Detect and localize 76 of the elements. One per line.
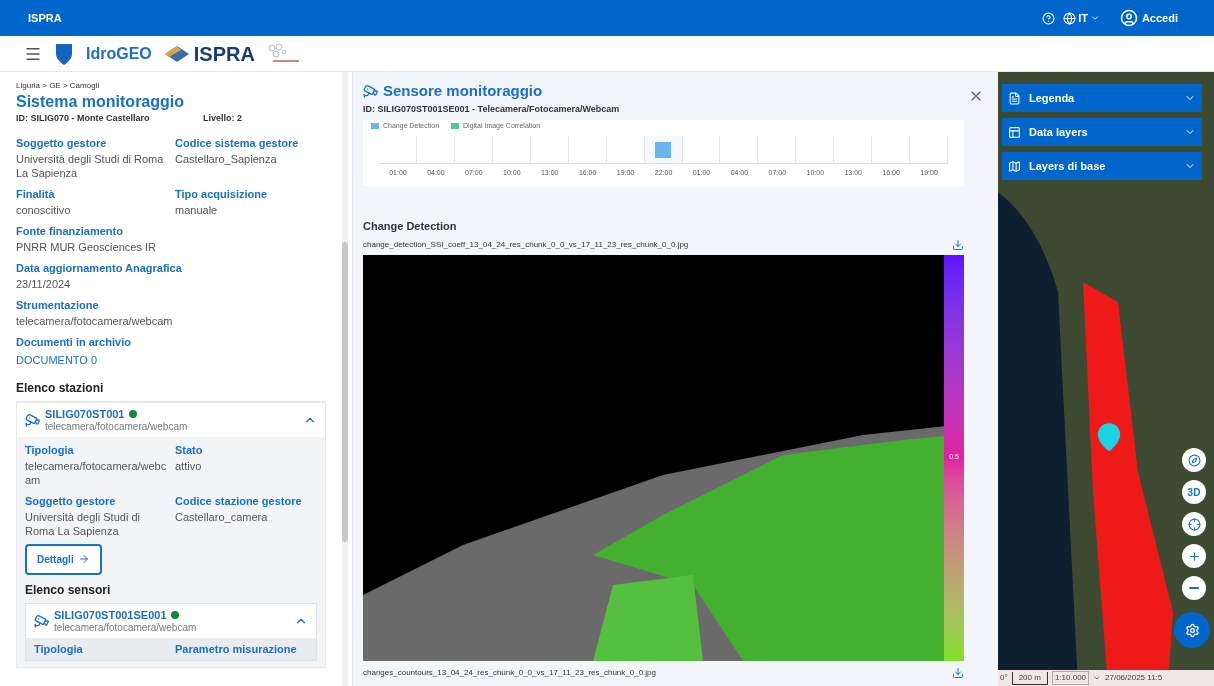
user-icon — [1119, 9, 1138, 27]
compass-icon — [1187, 453, 1201, 467]
brand-text: ISPRA — [28, 10, 62, 26]
field-label: Codice stazione gestore — [175, 493, 303, 508]
system-id: ID: SILIG070 - Monte Castellaro — [16, 112, 151, 125]
chevron-down-icon — [1089, 13, 1100, 23]
globe-icon — [1063, 11, 1077, 25]
download-icon[interactable] — [952, 666, 964, 679]
field-label: Strumentazione — [16, 297, 100, 312]
file-name: change_detection_SSI_coeff_13_04_24_res_chunk_0_0_vs_17_11_23_res_chunk_0_0.jpg — [363, 238, 689, 251]
field-value: Università degli Studi di Roma La Sapienza — [25, 509, 141, 538]
item-subtitle: telecamera/fotocamera/webcam — [45, 420, 189, 433]
section-heading: Elenco sensori — [25, 581, 112, 599]
details-button[interactable]: Dettagli — [25, 543, 102, 575]
field-value: Castellaro_camera — [175, 509, 269, 524]
login-link[interactable]: Accedi — [1141, 9, 1178, 27]
language-selector[interactable]: IT — [1063, 9, 1100, 27]
field-value: Castellaro_Sapienza — [175, 151, 278, 166]
app-name: IdroGEO — [86, 43, 152, 64]
breadcrumb: Liguria > GE > Camogli — [16, 80, 101, 92]
camera-icon — [363, 83, 379, 100]
logo-text: ISPRA — [193, 41, 255, 67]
scale-bar: 200 m — [1011, 671, 1048, 685]
field-value: telecamera/fotocamera/webc am — [25, 458, 167, 487]
field-value: conoscitivo — [16, 202, 72, 217]
heading-text: 0° — [1000, 672, 1008, 684]
section-heading: Change Detection — [363, 219, 458, 234]
settings-icon — [1184, 622, 1200, 638]
crosshair-icon — [1187, 517, 1201, 531]
layer-panel-toggle[interactable]: Data layers — [1002, 118, 1202, 146]
diamond-logo-icon — [163, 44, 190, 63]
layers-icon — [1008, 125, 1021, 139]
shield-logo-icon — [54, 41, 74, 66]
field-label: Soggetto gestore — [16, 135, 108, 150]
caret-icon[interactable] — [1093, 674, 1102, 682]
map-datetime: 27/06/2025 11:5 — [1105, 672, 1163, 684]
camera-icon — [25, 411, 41, 428]
minus-icon — [1189, 587, 1199, 589]
page-title: Sistema monitoraggio — [16, 92, 186, 112]
field-value: Università degli Studi di Roma La Sapienza — [16, 151, 165, 180]
layer-panel-toggle[interactable]: Legenda — [1002, 84, 1202, 112]
field-label: Tipo acquisizione — [175, 186, 269, 201]
field-value: attivo — [175, 458, 203, 473]
field-value: 23/11/2024 — [16, 276, 72, 291]
field-value: manuale — [175, 202, 219, 217]
scale-ratio: 1:10.000 — [1051, 671, 1090, 685]
field-value: telecamera/fotocamera/webcam — [16, 313, 174, 328]
field-label: Stato — [175, 442, 204, 457]
item-code[interactable]: SILIG070ST001 — [45, 406, 125, 421]
field-label: Finalità — [16, 186, 56, 201]
document-link[interactable]: DOCUMENTO 0 — [16, 352, 98, 367]
panel-title: Sensore monitoraggio — [383, 81, 543, 101]
item-subtitle: telecamera/fotocamera/webcam — [54, 621, 198, 634]
document-icon — [1008, 91, 1021, 105]
field-label: Data aggiornamento Anagrafica — [16, 260, 183, 275]
layer-panel-toggle[interactable]: Layers di base — [1002, 152, 1202, 180]
help-icon[interactable] — [1042, 11, 1056, 25]
level-text: Livello: 2 — [202, 112, 243, 125]
field-label: Documenti in archivio — [16, 334, 132, 349]
field-label: Tipologia — [25, 442, 75, 457]
event-marker[interactable] — [655, 141, 672, 158]
map-icon — [1008, 159, 1021, 173]
section-heading: Elenco stazioni — [16, 378, 326, 402]
file-name: changes_countours_13_04_24_res_chunk_0_0_vs_17_11_23_res_chunk_0_0.jpg — [363, 666, 656, 679]
camera-icon — [34, 612, 50, 629]
sensor-id: ID: SILIG070ST001SE001 - Telecamera/Fotocamera/Webcam — [363, 102, 621, 116]
field-label: Soggetto gestore — [25, 493, 117, 508]
item-code[interactable]: SILIG070ST001SE001 — [54, 607, 167, 622]
field-label: Fonte finanziamento — [16, 223, 124, 238]
arrow-right-icon — [77, 553, 90, 565]
field-value: PNRR MUR Geosciences IR — [16, 239, 157, 254]
download-icon[interactable] — [952, 238, 964, 251]
field-label: Tipologia — [34, 641, 84, 656]
plus-icon — [1187, 549, 1201, 563]
field-label: Parametro misurazione — [175, 641, 298, 656]
field-label: Codice sistema gestore — [175, 135, 300, 150]
